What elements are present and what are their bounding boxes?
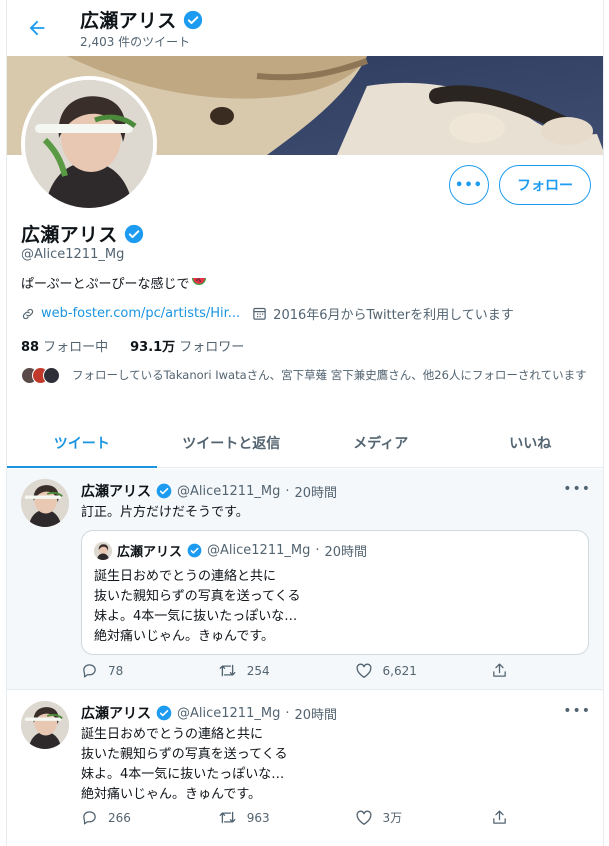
- profile-bio: ぱーぷーとぷーぴーな感じで: [21, 273, 207, 292]
- tweet-text: 訂正。片方だけだそうです。: [81, 505, 249, 520]
- like-count: 6,621: [382, 663, 417, 678]
- like-button[interactable]: 3万: [355, 809, 492, 826]
- verified-badge-icon: [156, 483, 172, 499]
- followed-by-text: フォローしているTakanori Iwataさん、宮下草薙 宮下兼史鷹さん、他2…: [72, 368, 587, 382]
- reply-button[interactable]: 78: [81, 662, 218, 679]
- arrow-left-icon: [29, 20, 45, 36]
- header-bar: 広瀬アリス 2,403 件のツイート: [7, 0, 603, 56]
- verified-badge-icon: [183, 10, 202, 29]
- heart-icon: [355, 810, 372, 825]
- avatar: [43, 367, 60, 384]
- bio-text: ぱーぷーとぷーぴーな感じで: [21, 277, 190, 292]
- profile-tabs: ツイート ツイートと返信 メディア いいね: [7, 418, 604, 468]
- more-icon[interactable]: •••: [563, 481, 591, 497]
- avatar: [94, 541, 112, 560]
- quoted-tweet[interactable]: 広瀬アリス @Alice1211_Mg · 20時間 誕生日おめでとうの連絡と共…: [81, 530, 589, 655]
- calendar-icon: [253, 307, 266, 320]
- separator-dot: ·: [285, 705, 290, 721]
- tweet-actions: 78 254 6,621: [81, 662, 521, 679]
- tab-likes[interactable]: いいね: [456, 418, 604, 467]
- like-count: 3万: [382, 811, 403, 825]
- retweet-icon: [219, 664, 236, 677]
- quote-text: 誕生日おめでとうの連絡と共に 抜いた親知らずの写真を送ってくる 妹よ。4本一気に…: [94, 569, 301, 644]
- followers-count[interactable]: 93.1万: [130, 336, 175, 355]
- tweet-author-name[interactable]: 広瀬アリス: [81, 703, 151, 723]
- reply-count: 78: [108, 663, 124, 678]
- retweet-button[interactable]: 254: [218, 662, 355, 679]
- follow-stats: 88 フォロー中 93.1万 フォロワー: [21, 336, 244, 355]
- verified-badge-icon: [124, 224, 143, 243]
- quote-handle: @Alice1211_Mg: [207, 543, 311, 558]
- quote-time: 20時間: [324, 545, 368, 560]
- retweet-icon: [219, 811, 236, 824]
- link-icon: [22, 308, 34, 319]
- reply-count: 266: [108, 810, 131, 825]
- share-button[interactable]: [491, 809, 521, 826]
- profile-link[interactable]: web-foster.com/pc/artists/Hir...: [41, 306, 240, 321]
- tweet-handle[interactable]: @Alice1211_Mg: [177, 706, 280, 721]
- header-name: 広瀬アリス: [80, 10, 177, 32]
- tweet-author-name[interactable]: 広瀬アリス: [81, 481, 151, 501]
- profile-avatar[interactable]: [21, 76, 157, 212]
- separator-dot: ·: [285, 483, 290, 499]
- retweet-button[interactable]: 963: [218, 809, 355, 826]
- tweet-time[interactable]: 20時間: [294, 482, 337, 501]
- reply-button[interactable]: 266: [81, 809, 218, 826]
- tweet[interactable]: 広瀬アリス @Alice1211_Mg · 20時間 ••• 誕生日おめでとうの…: [7, 691, 603, 846]
- profile-meta: web-foster.com/pc/artists/Hir... 2016年6月…: [21, 304, 514, 323]
- share-icon: [493, 663, 507, 677]
- tweet-count: 2,403 件のツイート: [80, 35, 191, 49]
- tab-tweets[interactable]: ツイート: [7, 418, 157, 468]
- following-count[interactable]: 88: [21, 340, 39, 355]
- tweet-handle[interactable]: @Alice1211_Mg: [177, 484, 280, 499]
- share-icon: [493, 810, 507, 824]
- verified-badge-icon: [187, 543, 202, 558]
- verified-badge-icon: [156, 705, 172, 721]
- followers-label[interactable]: フォロワー: [179, 336, 244, 355]
- tweet[interactable]: 広瀬アリス @Alice1211_Mg · 20時間 ••• 訂正。片方だけだそ…: [7, 469, 603, 690]
- joined-date: 2016年6月からTwitterを利用しています: [273, 308, 514, 323]
- retweet-count: 963: [246, 810, 270, 825]
- profile-name: 広瀬アリス: [21, 224, 118, 246]
- following-label[interactable]: フォロー中: [43, 336, 108, 355]
- profile-page: 広瀬アリス 2,403 件のツイート ••• フォロー 広瀬アリス @Alice…: [6, 0, 604, 846]
- reply-icon: [83, 811, 96, 825]
- like-button[interactable]: 6,621: [355, 662, 492, 679]
- more-options-button[interactable]: •••: [449, 165, 489, 205]
- more-icon[interactable]: •••: [563, 703, 591, 719]
- tweet-actions: 266 963 3万: [81, 809, 521, 826]
- follower-avatars: [21, 367, 60, 384]
- share-button[interactable]: [491, 662, 521, 679]
- separator-dot: ·: [315, 543, 320, 558]
- tab-tweets-and-replies[interactable]: ツイートと返信: [157, 418, 307, 467]
- tab-media[interactable]: メディア: [306, 418, 456, 467]
- quote-author-name: 広瀬アリス: [117, 545, 183, 560]
- retweet-count: 254: [246, 663, 270, 678]
- back-button[interactable]: [23, 14, 51, 42]
- watermelon-emoji-icon: [192, 277, 207, 285]
- follow-button[interactable]: フォロー: [499, 165, 591, 205]
- tweet-text: 誕生日おめでとうの連絡と共に 抜いた親知らずの写真を送ってくる 妹よ。4本一気に…: [81, 727, 288, 802]
- tweet-time[interactable]: 20時間: [294, 704, 337, 723]
- avatar[interactable]: [21, 479, 69, 527]
- heart-icon: [355, 663, 372, 678]
- profile-handle: @Alice1211_Mg: [21, 247, 125, 262]
- followed-by[interactable]: フォローしているTakanori Iwataさん、宮下草薙 宮下兼史鷹さん、他2…: [21, 366, 592, 384]
- avatar[interactable]: [21, 701, 69, 749]
- reply-icon: [83, 664, 96, 678]
